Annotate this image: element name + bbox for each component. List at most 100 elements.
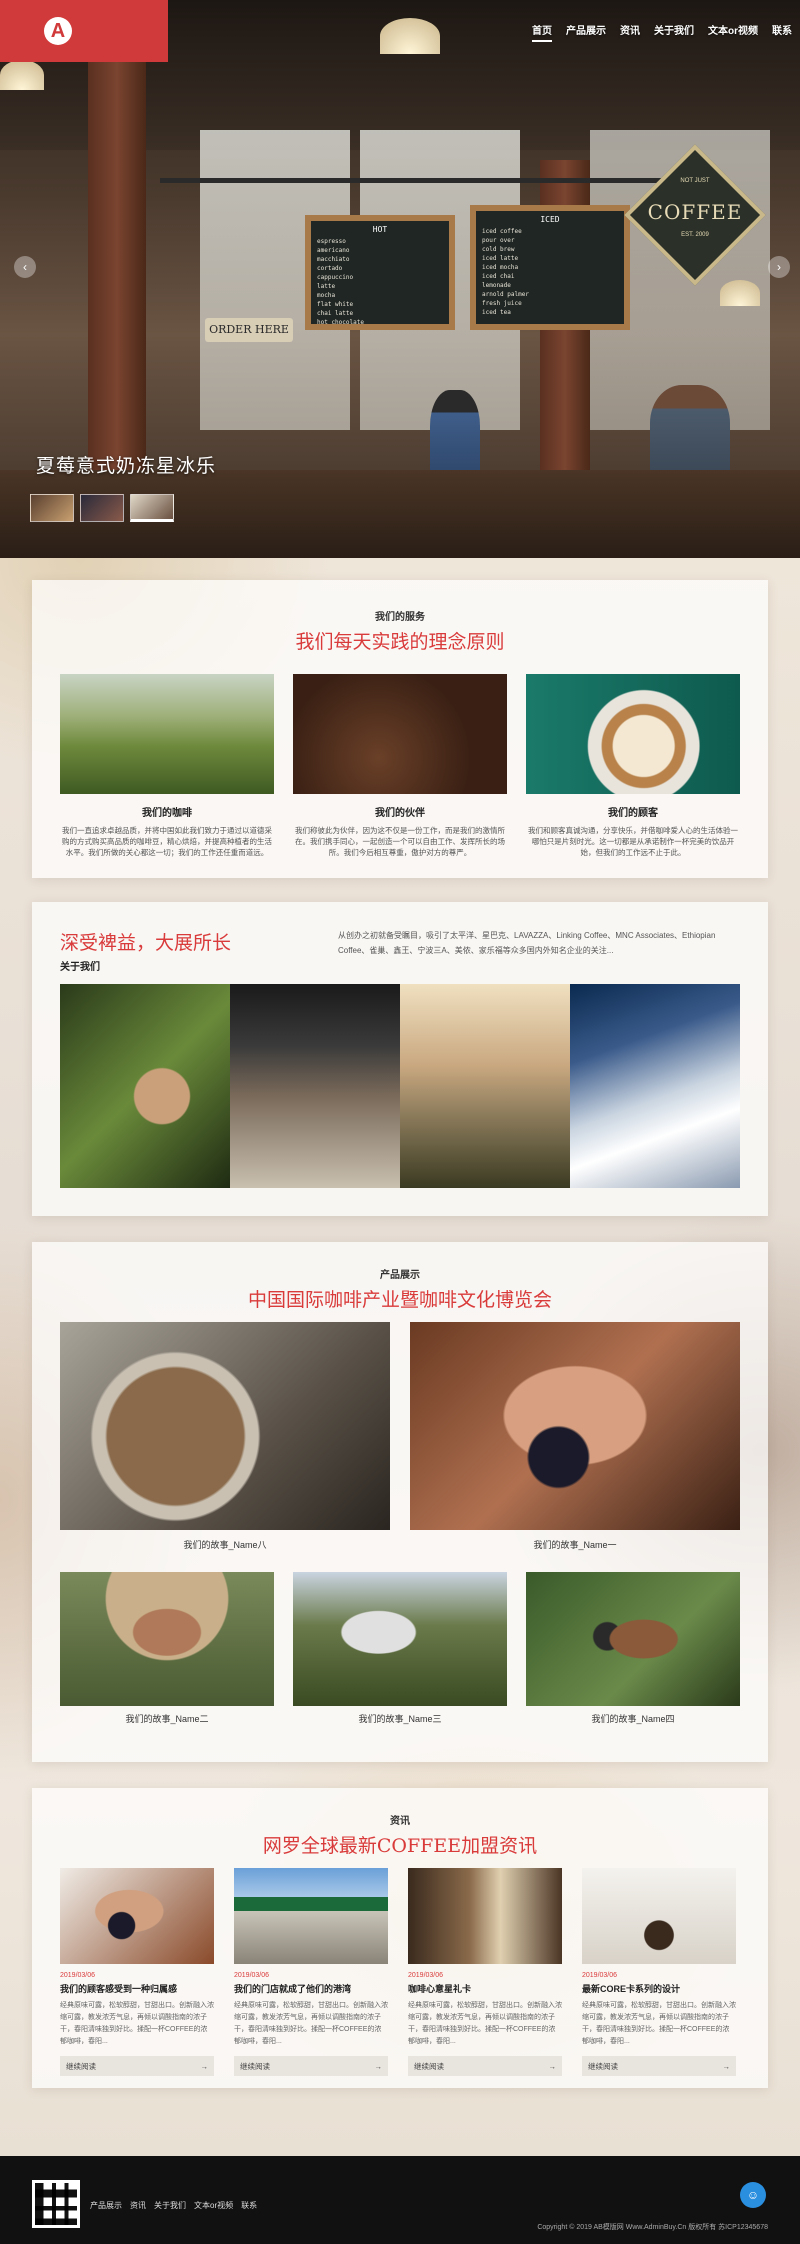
news-title[interactable]: 我们的门店就成了他们的港湾 [234,1982,388,1995]
menu-board-line: iced coffee [482,228,522,235]
read-more-button[interactable]: 继续阅读 → [60,2056,214,2076]
footer-nav: 产品展示 资讯 关于我们 文本or视频 联系 [90,2200,257,2211]
read-more-button[interactable]: 继续阅读 → [234,2056,388,2076]
nav-products[interactable]: 产品展示 [566,22,606,42]
coffee-sign-main: COFFEE [647,200,743,224]
read-more-label: 继续阅读 [414,2061,444,2071]
slide-thumb[interactable] [130,494,174,522]
service-desc: 我们一直追求卓越品质，并将中国如此我们致力于通过以道德采购的方式购买高品质的咖啡… [62,826,272,857]
footer-link-news[interactable]: 资讯 [130,2200,146,2211]
service-card[interactable]: 我们的咖啡 我们一直追求卓越品质，并将中国如此我们致力于通过以道德采购的方式购买… [60,674,274,858]
chat-icon[interactable]: ☺ [740,2182,766,2208]
menu-board-line: arnold palmer [482,291,529,298]
section-kicker: 产品展示 [380,1270,420,1281]
slider-next-icon[interactable]: › [768,256,790,278]
hero-lamp [0,60,44,90]
news-title[interactable]: 我们的顾客感受到一种归属感 [60,1982,214,1995]
product-photo[interactable] [526,1572,740,1706]
menu-board-line: espresso [317,238,346,245]
news-card[interactable]: 2019/03/06 咖啡心意星礼卡 经典原味可露，松软醇甜，甘甜出口。创新融入… [408,1868,562,2076]
product-photo[interactable] [60,1572,274,1706]
nav-about[interactable]: 关于我们 [654,22,694,42]
read-more-button[interactable]: 继续阅读 → [408,2056,562,2076]
service-name: 我们的咖啡 [142,808,192,819]
read-more-label: 继续阅读 [66,2061,96,2071]
news-photo [582,1868,736,1964]
site-logo[interactable]: A [0,0,168,62]
menu-board-line: cappuccino [317,274,354,281]
menu-board-line: chai latte [317,310,354,317]
about-photo[interactable] [570,984,740,1188]
service-desc: 我们和顾客真诚沟通，分享快乐，并借咖啡爱人心的生活体验一哪怕只是片刻时光。这一切… [528,826,738,857]
footer-link-products[interactable]: 产品展示 [90,2200,122,2211]
about-text: 从创办之初就备受瞩目，吸引了太平洋、星巴克、LAVAZZA、Linking Co… [338,931,716,955]
slide-caption: 夏莓意式奶冻星冰乐 [36,455,217,477]
section-title: 我们每天实践的理念原则 [295,631,505,653]
slider-prev-icon[interactable]: ‹ [14,256,36,278]
service-photo [60,674,274,794]
product-caption[interactable]: 我们的故事_Name四 [526,1712,740,1725]
product-photo[interactable] [60,1322,390,1530]
service-photo [293,674,507,794]
footer-link-about[interactable]: 关于我们 [154,2200,186,2211]
news-photo [234,1868,388,1964]
menu-board-line: mocha [317,292,336,299]
footer-link-contact[interactable]: 联系 [241,2200,257,2211]
product-caption[interactable]: 我们的故事_Name二 [60,1712,274,1725]
menu-board-line: latte [317,283,336,290]
service-card[interactable]: 我们的顾客 我们和顾客真诚沟通，分享快乐，并借咖啡爱人心的生活体验一哪怕只是片刻… [526,674,740,858]
nav-media[interactable]: 文本or视频 [708,22,758,42]
product-caption[interactable]: 我们的故事_Name八 [60,1538,390,1551]
menu-board-line: cortado [317,265,343,272]
product-photo[interactable] [293,1572,507,1706]
slide-thumb[interactable] [80,494,124,522]
about-photo[interactable] [60,984,230,1188]
news-photo [60,1868,214,1964]
news-card[interactable]: 2019/03/06 我们的门店就成了他们的港湾 经典原味可露，松软醇甜，甘甜出… [234,1868,388,2076]
section-kicker: 资讯 [390,1816,410,1827]
service-card[interactable]: 我们的伙伴 我们称彼此为伙伴，因为这不仅是一份工作，而是我们的激情所在。我们携手… [293,674,507,858]
barista-figure [430,390,480,480]
menu-board-iced: ICED iced coffee pour over cold brew iced l… [470,205,630,330]
news-title[interactable]: 咖啡心意星礼卡 [408,1982,562,1995]
section-kicker: 我们的服务 [375,612,425,623]
arrow-right-icon: → [200,2061,209,2071]
about-subtitle: 关于我们 [60,962,100,973]
read-more-label: 继续阅读 [240,2061,270,2071]
nav-news[interactable]: 资讯 [620,22,640,42]
menu-board-line: flat white [317,301,354,308]
about-section: 深受裨益，大展所长 关于我们 从创办之初就备受瞩目，吸引了太平洋、星巴克、LAV… [32,902,768,1216]
products-section: 产品展示 中国国际咖啡产业暨咖啡文化博览会 我们的故事_Name八 我们的故事_… [32,1242,768,1762]
read-more-button[interactable]: 继续阅读 → [582,2056,736,2076]
hero-lamp [380,18,440,54]
news-photo [408,1868,562,1964]
menu-board-line: americano [317,247,350,254]
news-card[interactable]: 2019/03/06 最新CORE卡系列的设计 经典原味可露，松软醇甜，甘甜出口… [582,1868,736,2076]
barista-figure [650,385,730,480]
news-date: 2019/03/06 [234,1972,270,1979]
slide-thumb[interactable] [30,494,74,522]
news-card[interactable]: 2019/03/06 我们的顾客感受到一种归属感 经典原味可露，松软醇甜，甘甜出… [60,1868,214,2076]
hero-lamp [720,280,760,306]
menu-board-line: iced latte [482,255,519,262]
product-caption[interactable]: 我们的故事_Name一 [410,1538,740,1551]
nav-contact[interactable]: 联系 [772,22,792,42]
about-photo[interactable] [400,984,570,1188]
news-title[interactable]: 最新CORE卡系列的设计 [582,1982,736,1995]
about-photo[interactable] [230,984,400,1188]
product-photo[interactable] [410,1322,740,1530]
nav-home[interactable]: 首页 [532,22,552,42]
hero-pillar [88,0,146,480]
news-date: 2019/03/06 [582,1972,618,1979]
order-here-sign: ORDER HERE [205,318,293,342]
footer-link-media[interactable]: 文本or视频 [194,2200,233,2211]
slide-thumbnails [30,494,174,522]
service-desc: 我们称彼此为伙伴，因为这不仅是一份工作，而是我们的激情所在。我们携手同心，一起创… [295,826,505,857]
menu-board-line: lemonade [482,282,511,289]
qr-code-icon [32,2180,80,2228]
menu-board-hot: HOT espresso americano macchiato cortado cap… [305,215,455,330]
news-desc: 经典原味可露，松软醇甜，甘甜出口。创新融入浓缩可露，教发浓芳气息，再倾以调酸指南… [234,2002,388,2045]
coffee-sign-top: NOT JUST [680,178,710,184]
product-caption[interactable]: 我们的故事_Name三 [293,1712,507,1725]
arrow-right-icon: → [548,2061,557,2071]
